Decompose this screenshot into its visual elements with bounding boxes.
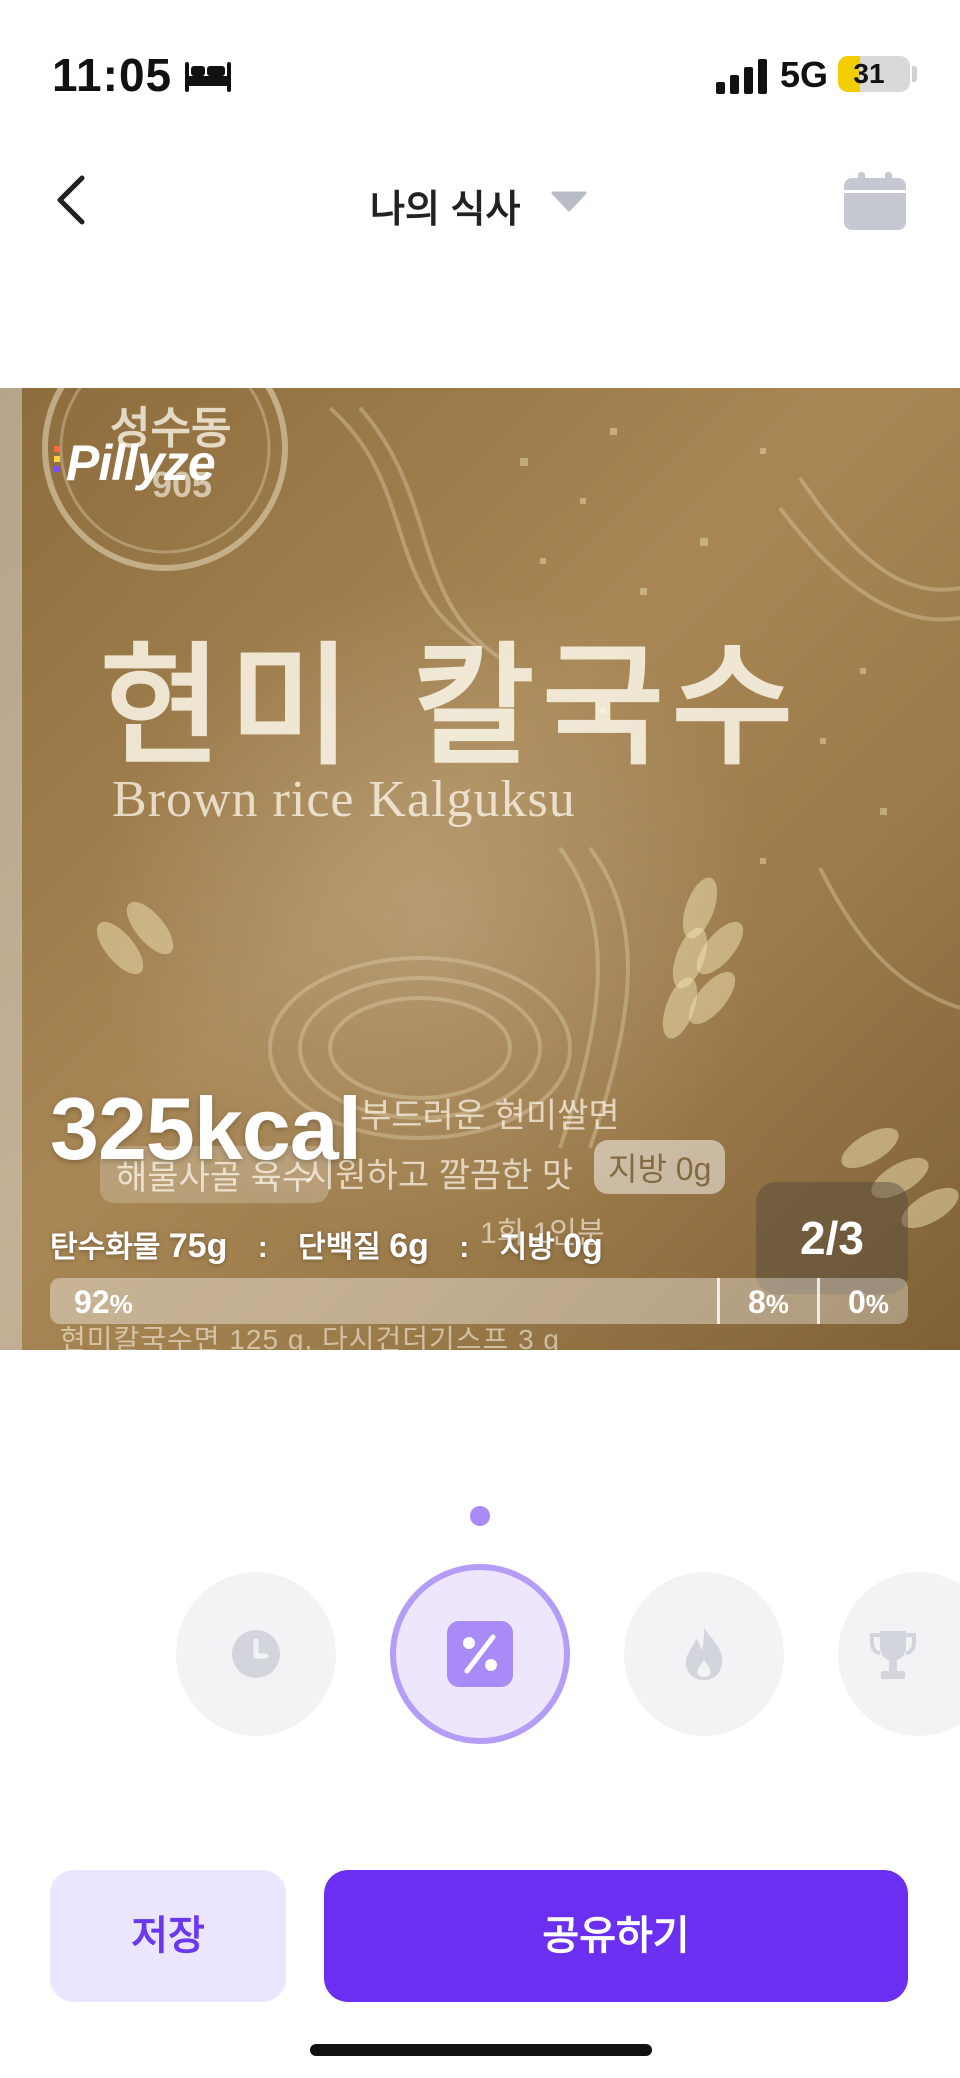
template-page-dot [470, 1506, 490, 1526]
flame-icon [686, 1628, 723, 1680]
share-button[interactable]: 공유하기 [324, 1870, 908, 2002]
fat-ratio-label: 0% [848, 1284, 889, 1320]
meal-photo-card[interactable]: 성수동 905 현미 칼국수 Brown rice Kalguksu 부드러운 … [0, 388, 960, 1350]
macro-ratio-bar: 92% 8% 0% [50, 1278, 908, 1324]
save-button[interactable]: 저장 [50, 1870, 286, 2002]
template-flame[interactable] [624, 1572, 784, 1736]
battery-tip [912, 66, 917, 82]
calories-value: 325kcal [50, 1079, 362, 1178]
clock-icon [232, 1630, 280, 1678]
chevron-down-icon[interactable] [550, 188, 588, 214]
package-tag-fat: 지방 0g [594, 1140, 726, 1194]
status-bar: 11:05 5G 31 [0, 0, 960, 150]
network-type: 5G [780, 54, 829, 95]
cellular-signal-icon [716, 59, 767, 94]
fat-label: 지방 [499, 1231, 555, 1264]
macro-separator: : [459, 1231, 470, 1264]
protein-ratio-label: 8% [748, 1284, 789, 1320]
back-arrow-icon[interactable] [48, 170, 98, 230]
protein-value: 6g [389, 1227, 429, 1265]
protein-label: 단백질 [298, 1231, 381, 1264]
percent-icon [447, 1621, 513, 1687]
package-title-korean: 현미 칼국수 [100, 630, 802, 784]
trophy-icon [870, 1631, 916, 1679]
calendar-icon[interactable] [844, 172, 906, 230]
status-time: 11:05 [52, 49, 173, 101]
package-subtitle: 부드러운 현미쌀면 [360, 1097, 620, 1135]
macro-separator: : [257, 1231, 268, 1264]
fat-value: 0g [563, 1227, 603, 1265]
bed-icon [185, 62, 231, 92]
home-indicator [310, 2044, 652, 2056]
template-clock[interactable] [176, 1572, 336, 1736]
carb-label: 탄수화물 [50, 1231, 161, 1264]
pillyze-logo: Pillyze [66, 435, 216, 491]
template-trophy[interactable] [838, 1572, 960, 1736]
carb-ratio-label: 92% [74, 1284, 133, 1320]
battery-percent: 31 [853, 58, 885, 89]
macro-summary: 탄수화물 75g : 단백질 6g : 지방 0g [50, 1222, 603, 1266]
meal-title-dropdown[interactable]: 나의 식사 [370, 178, 520, 233]
package-title-english: Brown rice Kalguksu [112, 771, 576, 828]
carb-ratio-segment [50, 1278, 718, 1324]
carb-value: 75g [168, 1227, 228, 1265]
battery-icon: 31 [838, 56, 910, 92]
template-percent[interactable] [390, 1564, 570, 1744]
